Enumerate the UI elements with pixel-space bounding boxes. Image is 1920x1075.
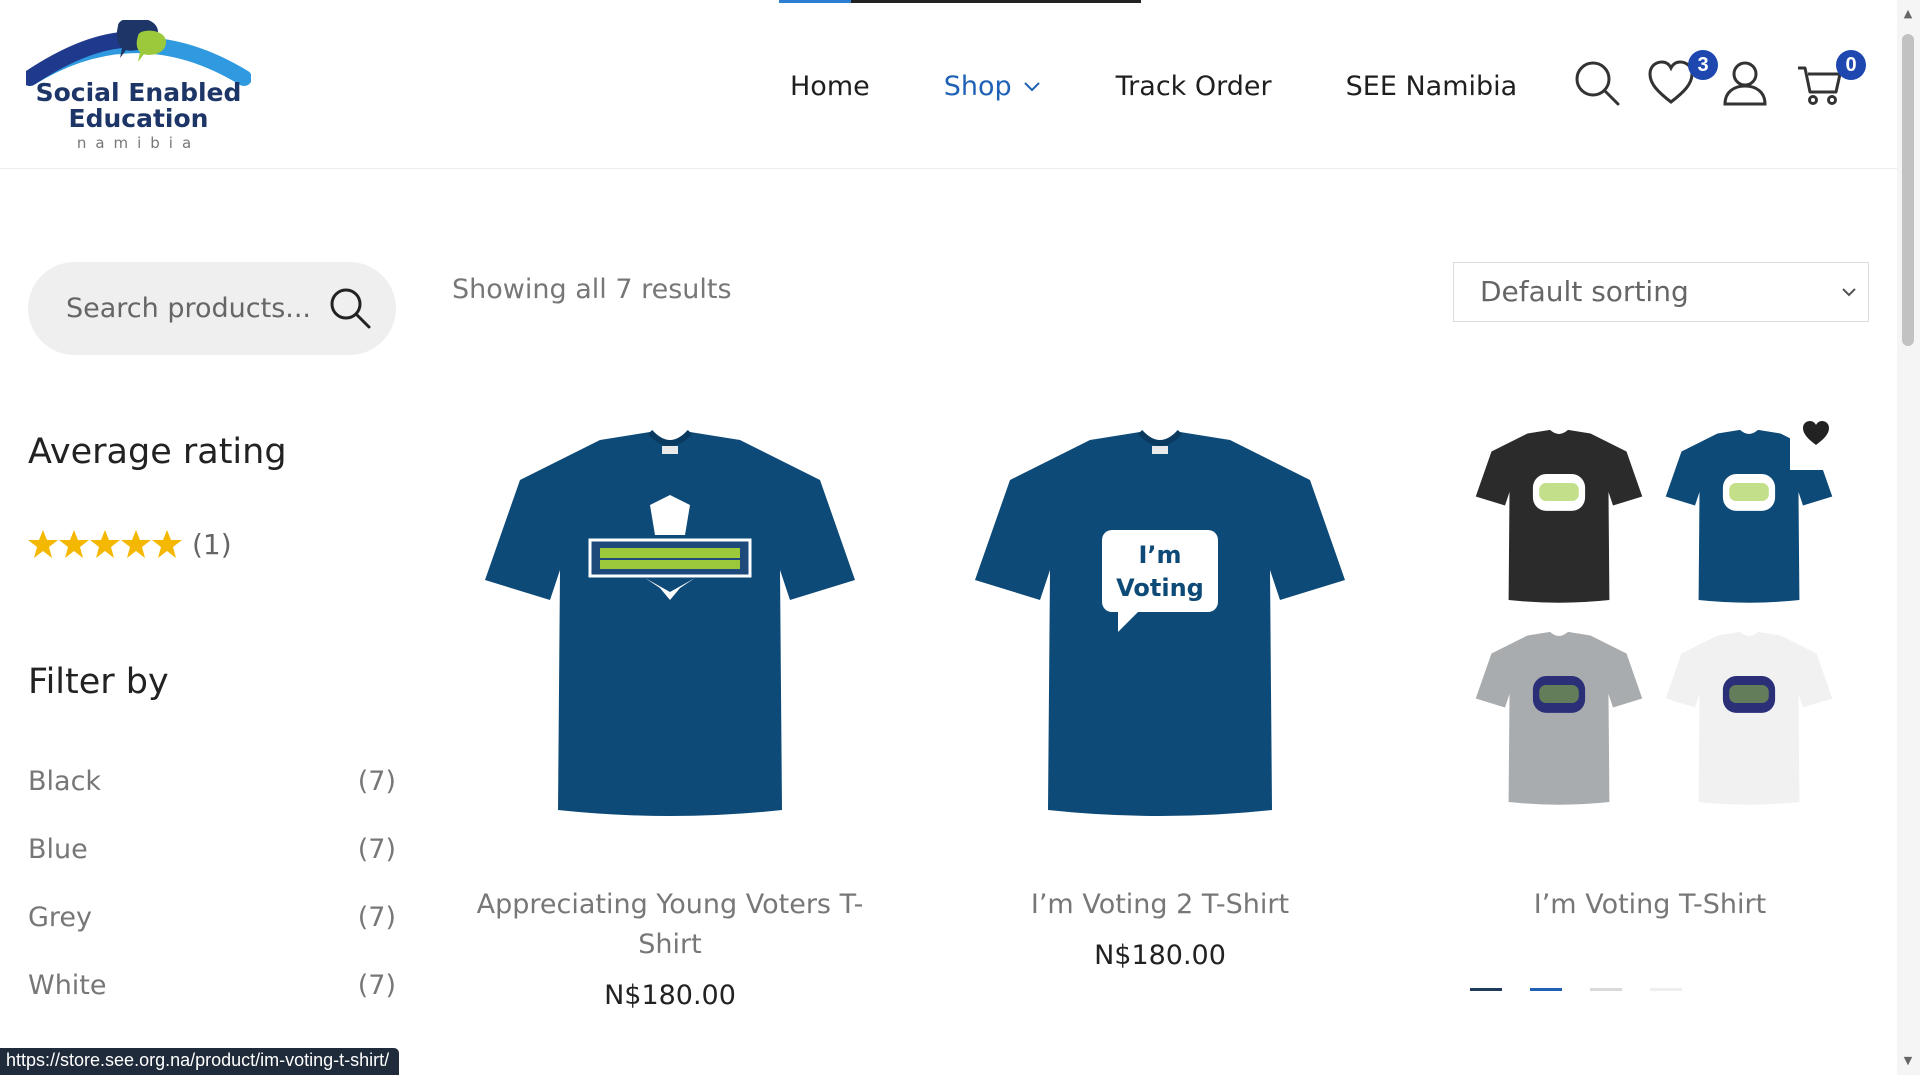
nav-shop-label: Shop bbox=[943, 70, 1012, 102]
chevron-down-icon bbox=[1023, 82, 1040, 92]
site-logo[interactable]: Social Enabled Education namibia bbox=[22, 17, 252, 152]
add-to-wishlist-button[interactable] bbox=[1790, 410, 1842, 470]
scrollbar-thumb[interactable] bbox=[1902, 34, 1914, 346]
results-count: Showing all 7 results bbox=[452, 274, 732, 305]
scroll-up-arrow-icon[interactable]: ▲ bbox=[1902, 8, 1914, 20]
variant-grey bbox=[1475, 631, 1643, 805]
filter-item-blue[interactable]: Blue (7) bbox=[28, 826, 396, 894]
five-stars-icon bbox=[28, 529, 182, 558]
filter-by-heading: Filter by bbox=[28, 662, 169, 702]
filter-count: (7) bbox=[357, 834, 396, 865]
average-rating-heading: Average rating bbox=[28, 432, 287, 472]
heart-icon bbox=[1648, 60, 1694, 104]
product-title[interactable]: Appreciating Young Voters T-Shirt bbox=[450, 885, 890, 965]
product-image[interactable] bbox=[1430, 410, 1870, 850]
filter-label: Grey bbox=[28, 902, 93, 933]
scroll-down-arrow-icon[interactable]: ▼ bbox=[1902, 1055, 1914, 1067]
header-account-button[interactable] bbox=[1722, 60, 1768, 106]
shirt-print-text-1: I’m bbox=[1138, 541, 1181, 569]
cart-icon bbox=[1798, 66, 1842, 105]
cart-count-badge: 0 bbox=[1836, 50, 1866, 80]
product-title[interactable]: I’m Voting T-Shirt bbox=[1430, 885, 1870, 925]
search-icon bbox=[1575, 61, 1620, 106]
product-image[interactable]: I’m Voting bbox=[940, 410, 1380, 850]
sort-selected-label: Default sorting bbox=[1480, 275, 1689, 308]
nav-track-order[interactable]: Track Order bbox=[1116, 71, 1272, 102]
logo-text-social-enabled: Social Enabled bbox=[35, 78, 242, 107]
status-bar-url: https://store.see.org.na/product/im-voti… bbox=[0, 1048, 400, 1075]
filter-count: (7) bbox=[357, 902, 396, 933]
product-search-input[interactable] bbox=[66, 290, 326, 326]
nav-see-namibia[interactable]: SEE Namibia bbox=[1346, 71, 1518, 102]
filter-item-black[interactable]: Black (7) bbox=[28, 758, 396, 826]
nav-shop[interactable]: Shop bbox=[944, 71, 1042, 102]
site-header: Social Enabled Education namibia Home Sh… bbox=[0, 0, 1897, 169]
header-cart-button[interactable]: 0 bbox=[1796, 50, 1866, 106]
rating-filter-5-stars[interactable]: (1) bbox=[28, 528, 232, 561]
filter-count: (7) bbox=[357, 766, 396, 797]
color-filter-list: Black (7) Blue (7) Grey (7) White (7) bbox=[28, 758, 396, 1030]
filter-label: White bbox=[28, 970, 107, 1001]
filter-item-grey[interactable]: Grey (7) bbox=[28, 894, 396, 962]
filter-item-white[interactable]: White (7) bbox=[28, 962, 396, 1030]
logo-text-education: Education bbox=[68, 104, 209, 133]
filter-count: (7) bbox=[357, 970, 396, 1001]
variant-black bbox=[1475, 429, 1643, 603]
vertical-scrollbar[interactable]: ▲ ▼ bbox=[1897, 0, 1920, 1075]
filter-label: Blue bbox=[28, 834, 88, 865]
gallery-dot[interactable] bbox=[1590, 988, 1622, 991]
header-search-button[interactable] bbox=[1574, 60, 1620, 106]
main-navigation: Home Shop Track Order SEE Namibia bbox=[790, 66, 1591, 106]
gallery-dot[interactable] bbox=[1470, 988, 1502, 991]
header-wishlist-button[interactable]: 3 bbox=[1648, 50, 1718, 106]
filter-label: Black bbox=[28, 766, 102, 797]
chevron-down-icon bbox=[1842, 288, 1856, 297]
gallery-indicator bbox=[1470, 988, 1710, 991]
product-image[interactable] bbox=[450, 410, 890, 850]
sort-dropdown[interactable]: Default sorting bbox=[1453, 262, 1869, 322]
product-title[interactable]: I’m Voting 2 T-Shirt bbox=[940, 885, 1380, 925]
wishlist-count-badge: 3 bbox=[1688, 50, 1718, 80]
search-icon[interactable] bbox=[328, 286, 372, 330]
heart-filled-icon bbox=[1803, 421, 1829, 445]
nav-home[interactable]: Home bbox=[790, 71, 870, 102]
rating-count: (1) bbox=[192, 528, 232, 561]
gallery-dot[interactable] bbox=[1530, 988, 1562, 991]
user-icon bbox=[1723, 61, 1767, 106]
product-price: N$180.00 bbox=[1094, 940, 1226, 971]
gallery-dot[interactable] bbox=[1650, 988, 1682, 991]
variant-white bbox=[1665, 631, 1833, 805]
shirt-print-text-2: Voting bbox=[1116, 574, 1204, 602]
product-price: N$180.00 bbox=[604, 980, 736, 1011]
product-search-box bbox=[28, 262, 396, 355]
logo-text-namibia: namibia bbox=[76, 134, 201, 152]
